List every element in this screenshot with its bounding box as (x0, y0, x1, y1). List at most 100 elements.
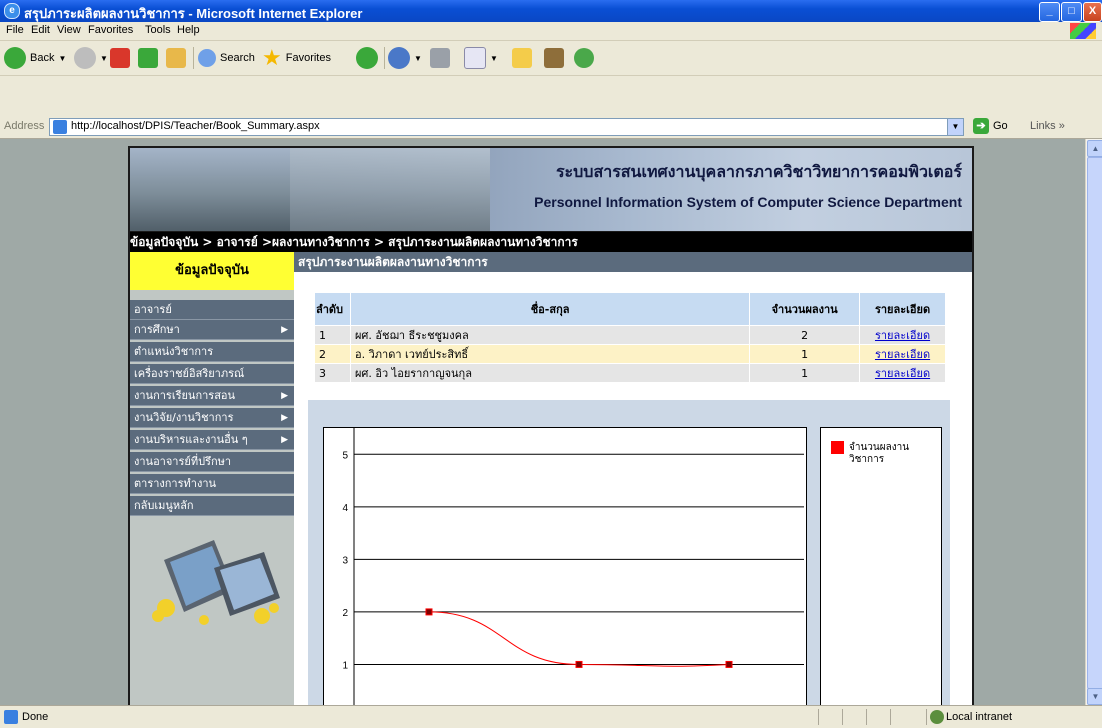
edit-button[interactable]: ▼ (464, 46, 498, 70)
search-label: Search (220, 52, 255, 64)
sidebar-item-decoration[interactable]: เครื่องราชย์อิสริยาภรณ์ (130, 364, 294, 384)
links-button[interactable]: Links » (1030, 120, 1065, 132)
home-button[interactable] (166, 46, 186, 70)
vertical-scrollbar[interactable]: ▲ ▼ (1085, 139, 1102, 705)
messenger-icon (574, 48, 594, 68)
legend-label: จำนวนผลงาน (849, 442, 909, 453)
y-tick-label: 2 (342, 608, 348, 619)
legend-swatch (831, 441, 844, 454)
status-text: Done (22, 711, 49, 723)
sidebar-item-teacher[interactable]: อาจารย์ (130, 300, 294, 320)
scroll-up-icon[interactable]: ▲ (1087, 140, 1102, 157)
row-order: 1 (314, 325, 351, 345)
close-button[interactable]: X (1083, 2, 1102, 22)
ie-icon: e (4, 3, 20, 19)
row-name: อ. วิภาดา เวทย์ประสิทธิ์ (349, 344, 751, 364)
address-url: http://localhost/DPIS/Teacher/Book_Summa… (71, 120, 320, 132)
window-title-bar: e สรุปภาระผลิตผลงานวิชาการ - Microsoft I… (0, 0, 1102, 22)
address-input[interactable]: http://localhost/DPIS/Teacher/Book_Summa… (49, 118, 964, 136)
page-icon (53, 120, 67, 134)
menu-file[interactable]: File (6, 24, 24, 36)
col-header-order: ลำดับ (314, 292, 351, 326)
go-label: Go (993, 120, 1008, 132)
mail-button[interactable]: ▼ (388, 46, 422, 70)
banner-photo-statue (130, 148, 290, 231)
web-page: ระบบสารสนเทศงานบุคลากรภาควิชาวิทยาการคอม… (128, 146, 974, 705)
chevron-down-icon[interactable]: ▼ (947, 119, 963, 135)
arrow-right-icon: ▶ (281, 435, 288, 445)
history-button[interactable] (356, 46, 378, 70)
table-row: 1 ผศ. อัชฌา ธีระชชูมงคล 2 รายละเอียด (314, 325, 946, 345)
forward-arrow-icon (74, 47, 96, 69)
sidebar-item-education[interactable]: การศึกษา ▶ (130, 320, 294, 340)
menu-edit[interactable]: Edit (31, 24, 50, 36)
sidebar-item-label: ตารางการทำงาน (134, 477, 217, 490)
home-icon (166, 48, 186, 68)
data-point (425, 608, 433, 616)
windows-logo-icon (1070, 23, 1096, 39)
history-icon (356, 47, 378, 69)
print-button[interactable] (430, 46, 450, 70)
status-bar: Done Local intranet (0, 705, 1102, 728)
row-name: ผศ. อิว ไอยรากาญจนกุล (349, 363, 751, 383)
sidebar-item-main-menu[interactable]: กลับเมนูหลัก (130, 496, 294, 516)
minimize-button[interactable]: _ (1039, 2, 1060, 22)
research-button[interactable] (544, 46, 564, 70)
y-tick-label: 5 (342, 450, 348, 461)
word-icon (464, 47, 486, 69)
table-row: 3 ผศ. อิว ไอยรากาญจนกุล 1 รายละเอียด (314, 363, 946, 383)
detail-link[interactable]: รายละเอียด (875, 329, 930, 342)
stop-icon (110, 48, 130, 68)
detail-link[interactable]: รายละเอียด (875, 348, 930, 361)
col-header-name: ชื่อ-สกุล (349, 292, 751, 326)
chart-panel: 1 2 3 4 5 จำนวนผลงาน วิชาการ (308, 400, 950, 705)
back-button[interactable]: Back ▼ (4, 46, 66, 70)
sidebar-item-position[interactable]: ตำแหน่งวิชาการ (130, 342, 294, 362)
sidebar-item-admin[interactable]: งานบริหารและงานอื่น ๆ ▶ (130, 430, 294, 450)
row-order: 2 (314, 344, 351, 364)
address-bar: Address http://localhost/DPIS/Teacher/Bo… (0, 116, 1102, 139)
menu-help[interactable]: Help (177, 24, 200, 36)
mail-icon (388, 47, 410, 69)
sidebar-item-label: เครื่องราชย์อิสริยาภรณ์ (134, 367, 245, 380)
sidebar-item-research[interactable]: งานวิจัย/งานวิชาการ ▶ (130, 408, 294, 428)
stop-button[interactable] (110, 46, 130, 70)
messenger-button[interactable] (574, 46, 594, 70)
chart-legend: จำนวนผลงาน วิชาการ (820, 427, 942, 705)
arrow-right-icon: ▶ (281, 391, 288, 401)
chart-plot-area: 1 2 3 4 5 (323, 427, 807, 705)
maximize-button[interactable]: □ (1061, 2, 1082, 22)
scroll-thumb[interactable] (1087, 157, 1102, 689)
laptop-illustration (152, 540, 280, 625)
col-header-count: จำนวนผลงาน (749, 292, 861, 326)
legend-label: วิชาการ (849, 454, 885, 465)
go-button[interactable]: ➔ Go (973, 118, 1008, 134)
browser-viewport: ระบบสารสนเทศงานบุคลากรภาควิชาวิทยาการคอม… (0, 139, 1085, 705)
sidebar-item-advisor[interactable]: งานอาจารย์ที่ปรึกษา (130, 452, 294, 472)
sidebar-item-label: อาจารย์ (134, 303, 172, 316)
line-chart: 1 2 3 4 5 (342, 428, 804, 705)
refresh-button[interactable] (138, 46, 158, 70)
menu-view[interactable]: View (57, 24, 81, 36)
sidebar-item-schedule[interactable]: ตารางการทำงาน (130, 474, 294, 494)
detail-link[interactable]: รายละเอียด (875, 367, 930, 380)
menu-favorites[interactable]: Favorites (88, 24, 133, 36)
sidebar-item-teaching[interactable]: งานการเรียนการสอน ▶ (130, 386, 294, 406)
row-order: 3 (314, 363, 351, 383)
folder-button[interactable] (512, 46, 532, 70)
sidebar-header: ข้อมูลปัจจุบัน (130, 252, 294, 290)
menu-tools[interactable]: Tools (145, 24, 171, 36)
forward-button[interactable]: ▼ (74, 46, 108, 70)
sidebar-item-label: งานบริหารและงานอื่น ๆ (134, 433, 248, 446)
sidebar-item-label: งานวิจัย/งานวิชาการ (134, 411, 234, 424)
sidebar-item-label: งานการเรียนการสอน (134, 389, 236, 402)
arrow-right-icon: ▶ (281, 413, 288, 423)
favorites-button[interactable]: ★ Favorites (262, 46, 331, 70)
arrow-right-icon: ▶ (281, 325, 288, 335)
data-point (575, 660, 583, 668)
sidebar: ข้อมูลปัจจุบัน อาจารย์ การศึกษา ▶ ตำแหน่ง… (130, 252, 294, 705)
window-title: สรุปภาระผลิตผลงานวิชาการ - Microsoft Int… (24, 6, 363, 21)
search-button[interactable]: Search (198, 46, 255, 70)
summary-table: ลำดับ ชื่อ-สกุล จำนวนผลงาน รายละเอียด 1 … (314, 292, 946, 383)
scroll-down-icon[interactable]: ▼ (1087, 688, 1102, 705)
